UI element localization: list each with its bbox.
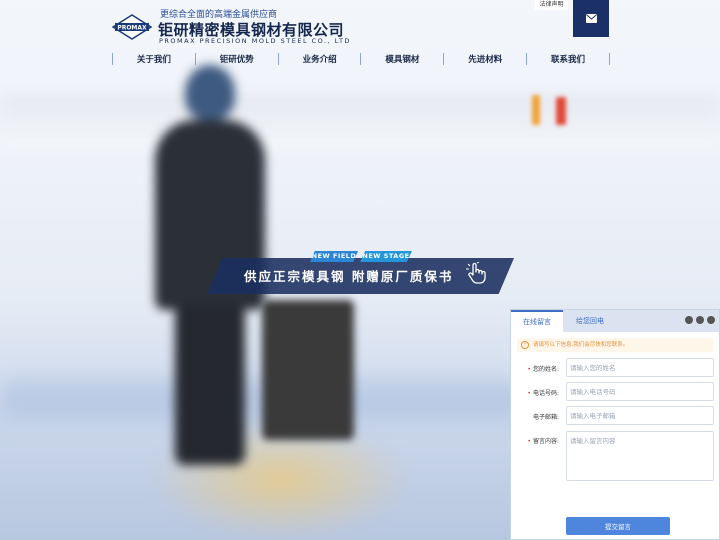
legal-notice-link[interactable]: 法律声明 — [535, 0, 568, 10]
phone-label: • 电话号码: — [527, 390, 559, 397]
nav-divider — [608, 53, 610, 65]
hero-traffic-cone — [556, 97, 566, 125]
envelope-icon — [585, 14, 597, 23]
hero-wall — [0, 95, 720, 150]
form-notice: ! 请填写以下信息,我们会尽快和您联系。 — [517, 338, 713, 352]
pointer-hand-icon — [466, 262, 486, 284]
widget-controls — [685, 316, 715, 324]
company-name-en: PROMAX PRECISION MOLD STEEL CO., LTD — [159, 37, 351, 45]
nav-item-about[interactable]: 关于我们 — [113, 53, 195, 65]
form-notice-text: 请填写以下信息,我们会尽快和您联系。 — [533, 342, 629, 348]
banner-tag-new-field: NEW FIELD — [310, 251, 358, 262]
nav-item-mold-steel[interactable]: 模具钢材 — [361, 53, 443, 65]
email-input[interactable] — [566, 406, 714, 425]
info-icon: ! — [521, 341, 529, 349]
minimize-icon[interactable] — [696, 316, 704, 324]
banner-title: 供应正宗模具钢 附赠原厂质保书 — [244, 269, 454, 284]
logo-text: PROMAX — [117, 24, 147, 31]
message-widget: 在线留言 给您回电 ! 请填写以下信息,我们会尽快和您联系。 •您的姓名: •电… — [510, 309, 720, 540]
submit-message-button[interactable]: 提交留言 — [566, 517, 670, 535]
name-label: • 您的姓名: — [527, 366, 559, 373]
tab-online-message[interactable]: 在线留言 — [511, 310, 563, 332]
tab-callback[interactable]: 给您回电 — [567, 310, 613, 332]
message-textarea[interactable] — [566, 431, 714, 481]
hero-traffic-cone — [532, 95, 540, 125]
message-widget-header: 在线留言 给您回电 — [511, 310, 719, 332]
message-label: • 留言内容: — [527, 438, 559, 445]
email-label: 电子邮箱: — [532, 414, 559, 421]
mail-button[interactable] — [573, 0, 609, 37]
phone-input[interactable] — [566, 382, 714, 401]
nav-item-advanced-materials[interactable]: 先进材料 — [444, 53, 526, 65]
hero-cart — [262, 300, 354, 440]
chat-bubble-icon[interactable] — [685, 316, 693, 324]
company-logo[interactable]: PROMAX — [112, 14, 152, 40]
main-nav: 关于我们 钜研优势 业务介绍 模具钢材 先进材料 联系我们 — [112, 52, 610, 66]
nav-item-business[interactable]: 业务介绍 — [279, 53, 361, 65]
name-input[interactable] — [566, 358, 714, 377]
banner-tag-new-stage: NEW STAGE — [360, 251, 412, 262]
nav-item-advantages[interactable]: 钜研优势 — [196, 53, 278, 65]
close-icon[interactable] — [707, 316, 715, 324]
nav-item-contact[interactable]: 联系我们 — [527, 53, 609, 65]
